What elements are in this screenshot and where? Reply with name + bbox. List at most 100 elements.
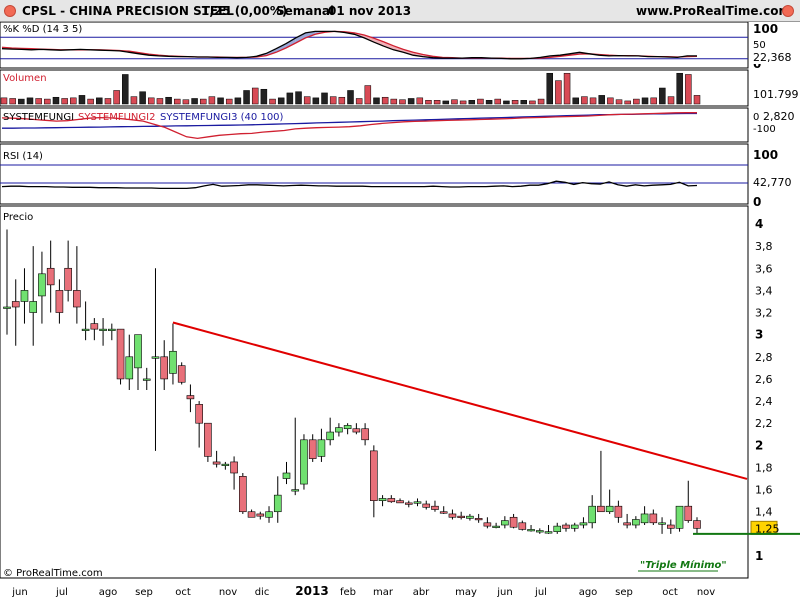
candle-body [20, 290, 29, 302]
volume-bar [26, 97, 34, 105]
volume-bar [615, 99, 623, 105]
price-tick-3-6: 3,6 [755, 262, 773, 275]
x-label-nov: nov [697, 587, 715, 598]
volume-bar [96, 97, 103, 105]
candle-body [448, 513, 457, 518]
period-label: Semanal [276, 4, 335, 18]
candle-body [535, 530, 544, 533]
volume-bar [555, 80, 562, 105]
stoch-tick-50: 50 [753, 40, 766, 51]
volume-bar [182, 99, 190, 105]
candle-body [518, 522, 527, 530]
rsi-tick-100: 100 [753, 148, 778, 162]
candle-body [492, 525, 500, 528]
candle-body [658, 522, 666, 525]
volume-bar [225, 98, 233, 105]
volume-bar [191, 98, 198, 105]
price-tick-2-2: 2,2 [755, 417, 773, 430]
candle-body [544, 531, 553, 534]
systemfungi-legend-3: SYSTEMFUNGI3 (40 100) [160, 112, 284, 123]
volume-last-value: 101.799 [753, 88, 799, 101]
candle-body [527, 529, 535, 532]
volume-bar [442, 100, 450, 105]
volume-bar [451, 99, 458, 105]
x-label-jun: jun [496, 587, 512, 598]
candle-body [597, 505, 605, 513]
price-tick-3-4: 3,4 [755, 284, 773, 297]
price-tick-3: 3 [755, 328, 763, 342]
candle-body [343, 425, 352, 430]
candle-body [3, 306, 11, 309]
candle-body [125, 356, 134, 380]
candle-body [474, 518, 483, 521]
copyright: © ProRealTime.com [3, 568, 103, 579]
candle-body [90, 323, 99, 330]
candle-body [142, 378, 151, 381]
volume-bar [399, 99, 406, 105]
volume-bar [607, 97, 614, 105]
volume-bar [685, 74, 692, 105]
candle-body [361, 428, 369, 441]
volume-bar [416, 97, 424, 105]
candle-body [46, 267, 55, 286]
minimize-icon[interactable] [782, 5, 794, 17]
volume-bar [485, 100, 493, 105]
candle-body [404, 502, 413, 505]
volume-bar [277, 97, 285, 105]
volume-bar [537, 98, 545, 105]
candle-body [483, 522, 492, 527]
candle-body [317, 439, 326, 457]
candle-body [99, 328, 107, 331]
volume-bar [659, 87, 666, 105]
volume-bar [589, 97, 597, 105]
price-tick-1-6: 1,6 [755, 484, 773, 497]
volume-bar [598, 95, 605, 105]
last-quote: 1,25 (0,00%) [201, 4, 288, 18]
candle-body [239, 476, 247, 513]
candle-body [38, 273, 46, 297]
volume-bar [122, 74, 129, 105]
volume-bar [676, 72, 683, 105]
candle-body [273, 494, 282, 513]
candle-body [64, 267, 72, 291]
x-label-feb: feb [340, 587, 356, 598]
candle-body [11, 301, 20, 308]
volume-bar [329, 96, 337, 105]
candle-body [256, 513, 265, 517]
candle-body [509, 516, 518, 528]
volume-bar [243, 90, 250, 105]
triple-minimum-annotation: "Triple Mínimo" [640, 559, 727, 571]
price-tick-2-6: 2,6 [755, 373, 773, 386]
candle-body [265, 511, 273, 518]
volume-bar [312, 97, 320, 105]
rsi-title: RSI (14) [3, 151, 43, 162]
volume-bar [0, 97, 8, 105]
price-tick-2-8: 2,8 [755, 351, 773, 364]
volume-bar [78, 95, 86, 105]
candle-body [169, 350, 177, 374]
systemfungi-legend-2: SYSTEMFUNGI2 [78, 112, 155, 123]
x-label-oct: oct [175, 587, 191, 598]
candle-body [553, 525, 562, 532]
candle-body [212, 461, 221, 465]
close-icon[interactable] [4, 5, 16, 17]
volume-bar [511, 100, 519, 105]
candle-body [439, 511, 448, 514]
volume-bar [347, 90, 354, 105]
volume-bar [381, 96, 389, 105]
candle-body [291, 489, 300, 492]
candle-body [247, 511, 256, 518]
volume-bar [364, 85, 372, 105]
volume-bar [529, 100, 536, 105]
candle-body [570, 524, 579, 529]
candle-body [431, 505, 439, 510]
volume-bar [199, 98, 207, 105]
volume-bar [338, 96, 346, 105]
candle-body [501, 520, 509, 526]
candle-body [160, 356, 169, 380]
volume-bar [425, 100, 432, 105]
candle-body [81, 328, 90, 331]
volume-bar [9, 98, 16, 105]
volume-bar [234, 97, 242, 105]
x-label-may: may [455, 587, 477, 598]
